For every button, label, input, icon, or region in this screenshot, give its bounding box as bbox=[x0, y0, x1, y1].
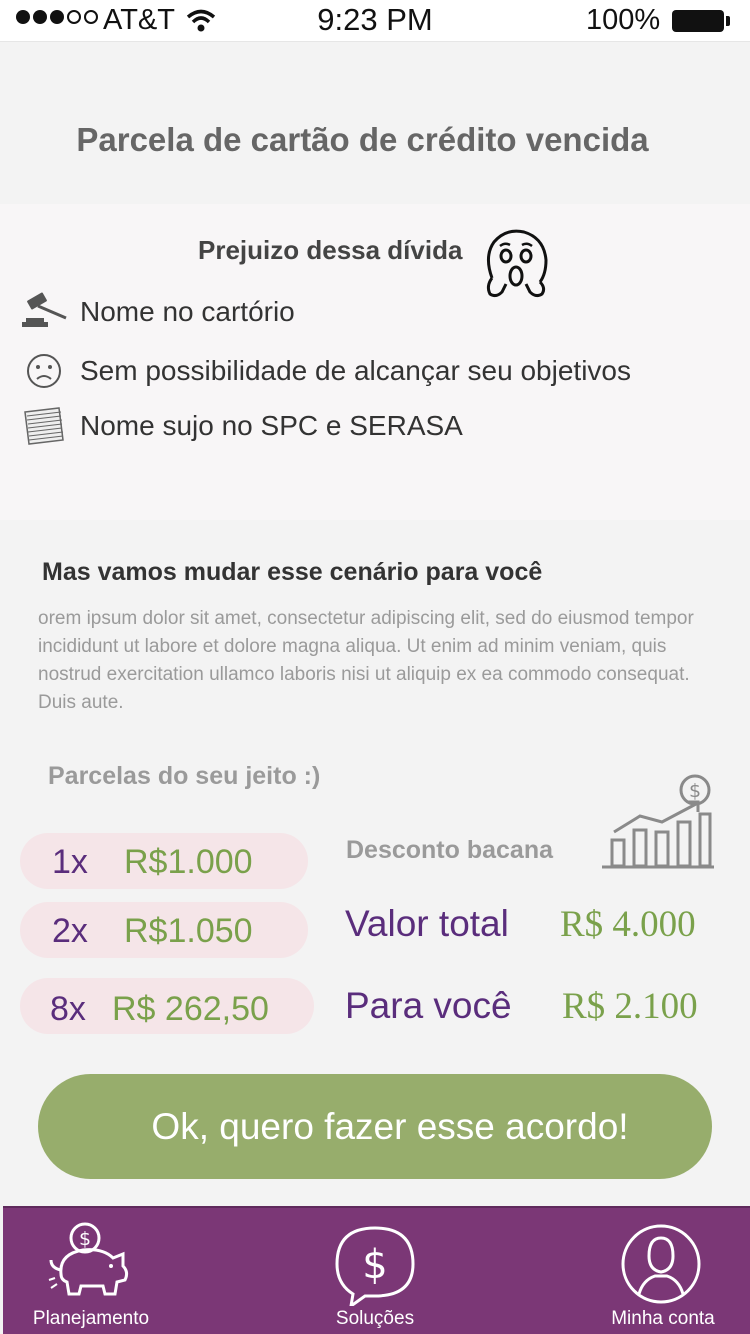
change-heading: Mas vamos mudar esse cenário para você bbox=[42, 558, 543, 586]
installment-amount: R$ 262,50 bbox=[112, 990, 269, 1028]
status-bar: AT&T 9:23 PM 100% bbox=[0, 0, 750, 42]
signal-strength-icon bbox=[16, 10, 98, 24]
loss-item-label: Sem possibilidade de alcançar seu objeti… bbox=[80, 355, 631, 386]
scared-face-icon bbox=[486, 229, 548, 298]
chart-growth-icon: $ bbox=[602, 774, 714, 869]
bottom-tab-bar: $ Planejamento $ Soluções Minha conta bbox=[3, 1206, 750, 1334]
installment-option-1x[interactable]: 1x R$1.000 bbox=[20, 833, 308, 889]
piggy-bank-icon: $ bbox=[48, 1222, 129, 1296]
tab-label: Soluções bbox=[335, 1308, 415, 1329]
losses-heading: Prejuizo dessa dívida bbox=[198, 235, 463, 265]
installment-option-8x[interactable]: 8x R$ 262,50 bbox=[20, 978, 314, 1034]
battery-percentage: 100% bbox=[586, 4, 661, 36]
accept-agreement-button[interactable]: Ok, quero fazer esse acordo! bbox=[38, 1074, 712, 1179]
installment-amount: R$1.000 bbox=[124, 843, 253, 881]
installment-amount: R$1.050 bbox=[124, 912, 253, 950]
total-value-amount: R$ 4.000 bbox=[560, 904, 696, 945]
tab-minha-conta[interactable]: Minha conta bbox=[563, 1208, 750, 1334]
loss-item-label: Nome no cartório bbox=[80, 296, 295, 327]
tab-solucoes[interactable]: $ Soluções bbox=[283, 1208, 463, 1334]
your-value-amount: R$ 2.100 bbox=[562, 986, 698, 1027]
svg-text:$: $ bbox=[689, 780, 701, 802]
carrier-name: AT&T bbox=[103, 4, 175, 36]
battery-icon bbox=[672, 10, 730, 32]
tab-label: Planejamento bbox=[32, 1308, 150, 1329]
header: Parcela de cartão de crédito vencida bbox=[0, 43, 750, 203]
user-icon bbox=[621, 1224, 701, 1304]
tab-planejamento[interactable]: $ Planejamento bbox=[3, 1208, 183, 1334]
your-value-label: Para você bbox=[345, 985, 512, 1026]
svg-text:$: $ bbox=[79, 1228, 91, 1250]
tab-label: Minha conta bbox=[611, 1308, 715, 1329]
total-value-label: Valor total bbox=[345, 903, 509, 944]
discount-label: Desconto bacana bbox=[346, 836, 554, 864]
dollar-chat-icon: $ bbox=[335, 1226, 415, 1306]
loss-item-objectives: Sem possibilidade de alcançar seu objeti… bbox=[20, 349, 631, 393]
installment-count: 2x bbox=[52, 912, 88, 950]
wifi-icon bbox=[186, 9, 216, 32]
svg-text:$: $ bbox=[362, 1242, 387, 1288]
loss-item-registry: Nome no cartório bbox=[20, 290, 295, 334]
loss-item-credit-score: Nome sujo no SPC e SERASA bbox=[20, 404, 463, 448]
installments-heading: Parcelas do seu jeito :) bbox=[48, 762, 321, 790]
installment-option-2x[interactable]: 2x R$1.050 bbox=[20, 902, 308, 958]
gavel-icon bbox=[20, 290, 68, 334]
installment-count: 1x bbox=[52, 843, 88, 881]
papers-icon bbox=[20, 404, 68, 448]
debt-losses-card: Prejuizo dessa dívida Nome no cartório S… bbox=[0, 204, 750, 520]
sad-face-icon bbox=[20, 349, 68, 393]
page-title: Parcela de cartão de crédito vencida bbox=[76, 121, 649, 158]
installment-count: 8x bbox=[50, 990, 86, 1028]
loss-item-label: Nome sujo no SPC e SERASA bbox=[80, 410, 463, 441]
change-description: orem ipsum dolor sit amet, consectetur a… bbox=[38, 608, 694, 713]
